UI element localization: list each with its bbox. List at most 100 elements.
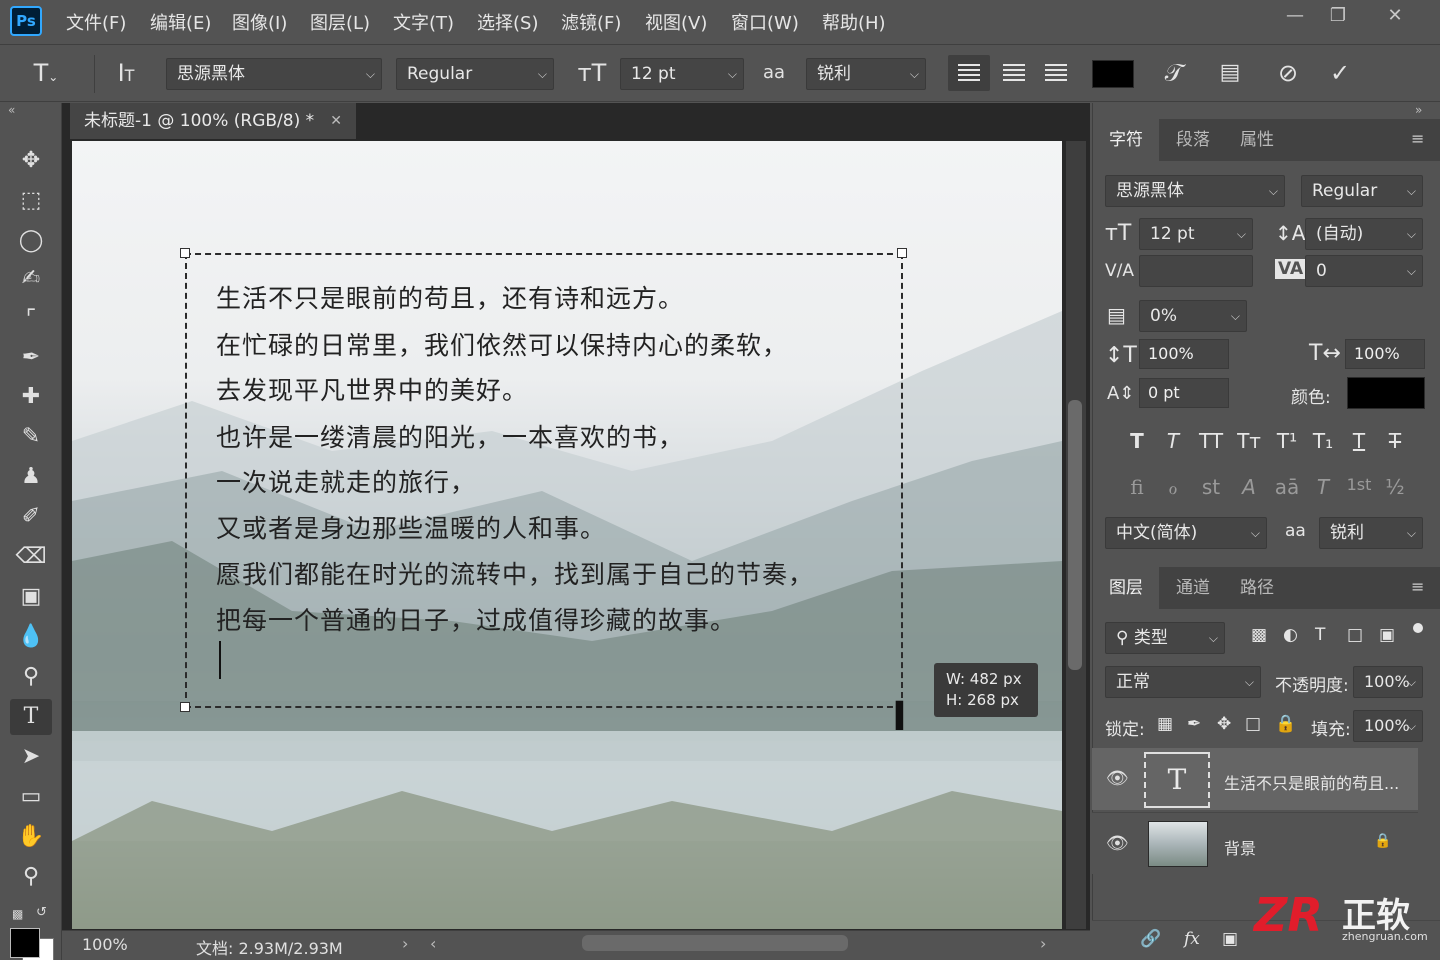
small-caps-button[interactable]: Tт [1231,429,1267,453]
crop-tool-icon[interactable]: ⌜ [10,301,52,337]
marquee-tool-icon[interactable]: ⬚ [10,183,52,219]
resize-handle-bottom-left[interactable] [180,702,190,712]
ordinals-button[interactable]: 1st [1341,475,1377,494]
stylistic-alternates-button[interactable]: aā [1269,475,1305,499]
filter-smart-object-icon[interactable]: ▣ [1379,625,1395,645]
eyedropper-tool-icon[interactable]: ✒ [10,340,52,376]
horizontal-scroll-thumb[interactable] [582,935,848,951]
discretionary-ligatures-button[interactable]: st [1193,475,1229,499]
commit-icon[interactable]: ✓ [1322,57,1358,89]
horizontal-scale-field[interactable]: 100% [1345,339,1425,369]
fx-icon[interactable]: fx [1184,929,1200,949]
eye-icon[interactable]: 👁 [1106,768,1129,789]
subscript-button[interactable]: T₁ [1305,429,1341,453]
type-tool-icon[interactable]: T [10,699,52,735]
resize-handle-top-left[interactable] [180,248,190,258]
fill-field[interactable]: 100% ⌵ [1353,710,1423,742]
swap-colors-icon[interactable]: ↺ [36,905,47,920]
lasso-tool-icon[interactable]: ◯ [10,223,52,259]
hand-tool-icon[interactable]: ✋ [10,819,52,855]
layer-name[interactable]: 生活不只是眼前的苟且... [1224,770,1408,794]
faux-bold-button[interactable]: T [1119,429,1155,453]
layer-filter-select[interactable]: ⚲ 类型 ⌵ [1105,622,1225,654]
char-font-size-select[interactable]: 12 pt ⌵ [1139,218,1253,250]
toggle-orientation-icon[interactable]: IT [108,57,144,89]
blur-tool-icon[interactable]: 💧 [10,619,52,655]
zoom-level[interactable]: 100% [82,935,128,954]
tab-properties[interactable]: 属性 [1225,119,1289,161]
scroll-right-icon[interactable]: › [1040,934,1046,953]
font-family-select[interactable]: 思源黑体 ⌵ [166,58,382,90]
lock-position-icon[interactable]: ✥ [1217,714,1231,734]
align-center-button[interactable] [993,55,1035,91]
lock-all-icon[interactable]: 🔒 [1275,714,1296,734]
vertical-scroll-thumb[interactable] [1068,400,1082,670]
underline-button[interactable]: T [1341,429,1377,453]
filter-pixel-icon[interactable]: ▩ [1251,625,1267,645]
filter-shape-icon[interactable]: □ [1347,625,1363,645]
menu-image[interactable]: 图像(I) [232,9,287,35]
add-mask-icon[interactable]: ▣ [1222,929,1238,949]
all-caps-button[interactable]: TT [1193,429,1229,453]
menu-help[interactable]: 帮助(H) [822,9,886,35]
default-colors-icon[interactable]: ▩ [12,907,23,921]
character-panel-icon[interactable]: ▤ [1212,57,1248,89]
anti-alias-select[interactable]: 锐利 ⌵ [806,58,926,90]
filter-adjustment-icon[interactable]: ◐ [1283,625,1298,645]
healing-brush-tool-icon[interactable]: ✚ [10,379,52,415]
blend-mode-select[interactable]: 正常 ⌵ [1105,666,1261,698]
eraser-tool-icon[interactable]: ⌫ [10,539,52,575]
char-font-family-select[interactable]: 思源黑体 ⌵ [1105,175,1285,207]
tab-character[interactable]: 字符 [1093,119,1159,161]
lock-artboard-icon[interactable]: □ [1245,714,1261,734]
old-style-button[interactable]: ℴ [1155,475,1191,499]
vertical-scale-field[interactable]: 100% [1139,339,1229,369]
menu-file[interactable]: 文件(F) [66,9,126,35]
maximize-button[interactable]: ❐ [1318,4,1358,28]
link-layers-icon[interactable]: 🔗 [1140,929,1161,949]
warp-text-icon[interactable]: 𝒯 [1156,57,1192,89]
panel-menu-icon[interactable]: ≡ [1411,129,1424,148]
fractions-button[interactable]: ½ [1377,475,1413,499]
document-tab[interactable]: 未标题-1 @ 100% (RGB/8) * ✕ [70,103,356,139]
tracking-select[interactable]: 0 ⌵ [1305,255,1423,287]
eye-icon[interactable]: 👁 [1106,833,1129,854]
status-menu-chevron-icon[interactable]: › [402,934,408,953]
kerning-select[interactable] [1139,255,1253,287]
font-style-select[interactable]: Regular ⌵ [396,58,554,90]
lock-transparent-icon[interactable]: ▦ [1157,714,1173,734]
lock-pixels-icon[interactable]: ✒ [1187,714,1201,734]
quick-select-tool-icon[interactable]: ✍ [10,261,52,297]
foreground-color-swatch[interactable] [10,928,40,958]
path-selection-tool-icon[interactable]: ➤ [10,739,52,775]
language-select[interactable]: 中文(简体) ⌵ [1105,517,1267,549]
layers-menu-icon[interactable]: ≡ [1411,577,1424,596]
align-right-button[interactable] [1035,55,1077,91]
close-tab-icon[interactable]: ✕ [330,103,342,139]
menu-select[interactable]: 选择(S) [477,9,538,35]
cancel-icon[interactable]: ⊘ [1270,57,1306,89]
menu-window[interactable]: 窗口(W) [731,9,799,35]
superscript-button[interactable]: T¹ [1269,429,1305,453]
menu-layer[interactable]: 图层(L) [310,9,370,35]
align-left-button[interactable] [948,55,990,91]
rectangle-tool-icon[interactable]: ▭ [10,779,52,815]
opacity-field[interactable]: 100% ⌵ [1353,666,1423,698]
tab-paragraph[interactable]: 段落 [1161,119,1225,161]
tab-paths[interactable]: 路径 [1225,567,1289,609]
collapse-panels-icon[interactable]: » [1415,103,1422,117]
gradient-tool-icon[interactable]: ▣ [10,579,52,615]
font-size-select[interactable]: 12 pt ⌵ [620,58,744,90]
strikethrough-button[interactable]: T [1377,429,1413,453]
minimize-button[interactable]: — [1275,4,1315,28]
ligatures-button[interactable]: fi [1119,475,1155,499]
faux-italic-button[interactable]: T [1155,429,1191,453]
close-window-button[interactable]: ✕ [1375,4,1415,28]
layer-row[interactable]: 👁 背景 🔒 [1092,812,1418,874]
text-color-swatch[interactable] [1092,60,1134,88]
menu-type[interactable]: 文字(T) [393,9,454,35]
history-brush-tool-icon[interactable]: ✐ [10,499,52,535]
scroll-left-icon[interactable]: ‹ [430,934,436,953]
titling-alternates-button[interactable]: T [1305,475,1341,499]
char-color-swatch[interactable] [1347,377,1425,409]
